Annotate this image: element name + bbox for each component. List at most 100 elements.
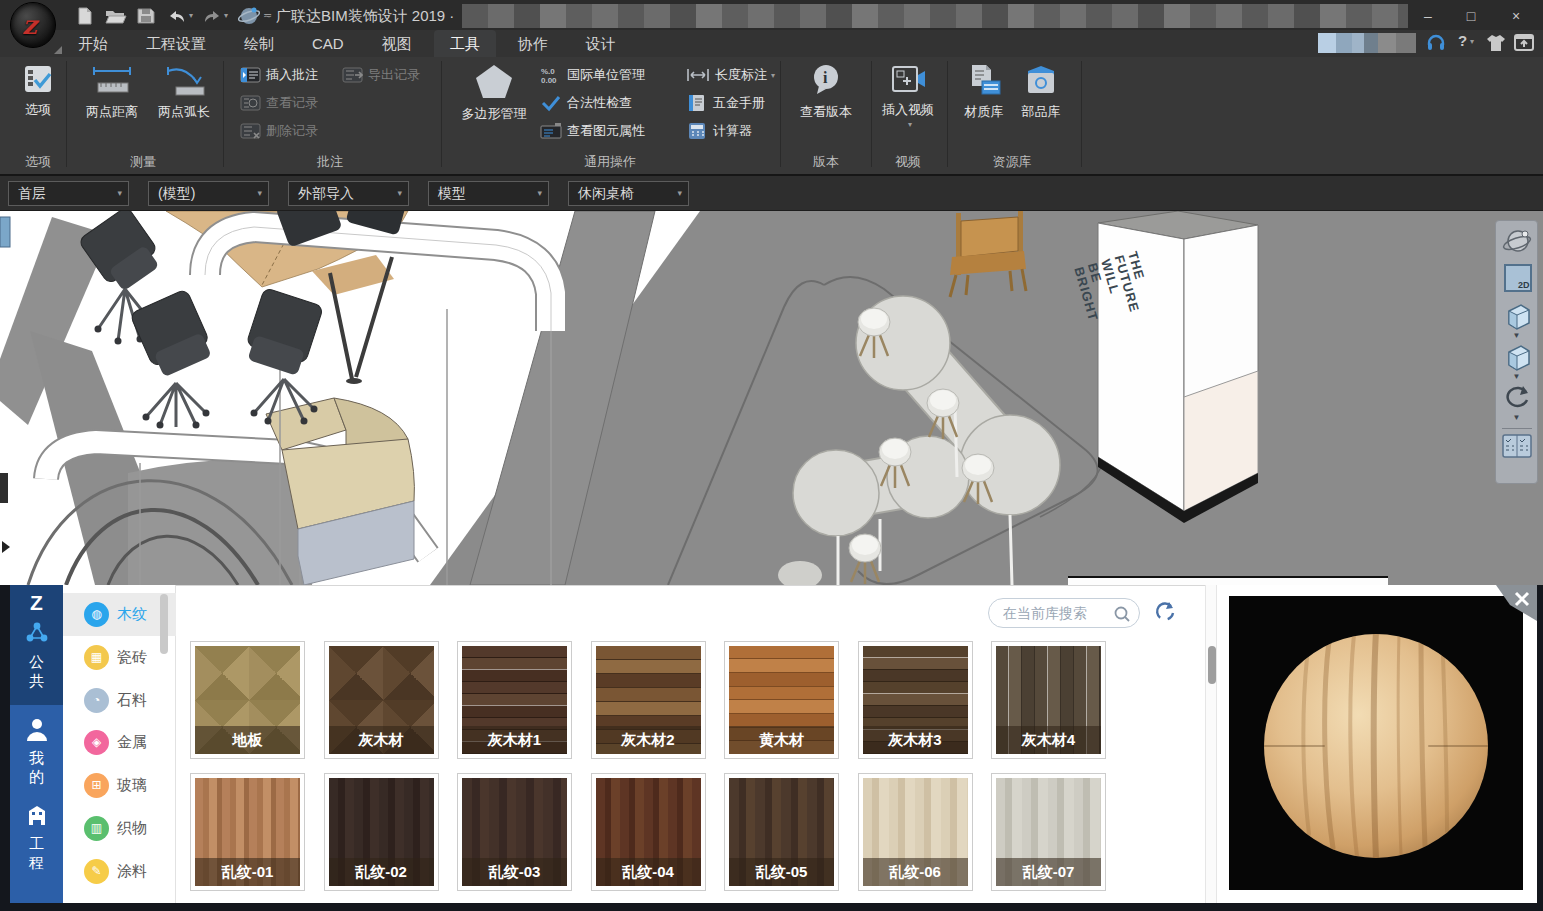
- two-point-arc-button[interactable]: 两点弧长: [152, 63, 216, 121]
- material-tile[interactable]: 灰木材2: [591, 641, 706, 759]
- theme-shirt-icon[interactable]: [1486, 33, 1506, 53]
- material-name: 乱纹-06: [863, 858, 968, 886]
- redo-icon[interactable]: [201, 7, 223, 25]
- material-tile[interactable]: 乱纹-05: [724, 773, 839, 891]
- legality-check-button[interactable]: 合法性检查: [540, 94, 632, 112]
- selector-dropdown-1[interactable]: (模型)▾: [148, 181, 269, 206]
- sidebar-section-public[interactable]: 公共: [10, 621, 63, 690]
- calculator-button[interactable]: 计算器: [686, 122, 752, 140]
- material-tile[interactable]: 地板: [190, 641, 305, 759]
- view-record-button[interactable]: 查看记录: [240, 94, 318, 112]
- title-bar: ▾ ▾ ≂ 广联达BIM装饰设计 2019 · – □ ×: [0, 0, 1543, 30]
- cube-dropdown-icon[interactable]: ▼: [1513, 332, 1521, 340]
- cube-view-icon[interactable]: [1501, 301, 1533, 331]
- category-label: 石料: [117, 691, 147, 710]
- international-unit-button[interactable]: %.00.00 国际单位管理: [540, 66, 645, 84]
- workspace-icon[interactable]: [1514, 33, 1534, 53]
- material-tile[interactable]: 乱纹-01: [190, 773, 305, 891]
- options-button[interactable]: 选项: [14, 63, 62, 119]
- category-2[interactable]: ◔ 石料: [63, 679, 176, 722]
- redo-dropdown-icon[interactable]: ▾: [224, 11, 228, 20]
- undo-dropdown-icon[interactable]: ▾: [189, 11, 193, 20]
- tab-0[interactable]: 开始: [62, 30, 124, 57]
- headset-icon[interactable]: [1426, 33, 1446, 53]
- material-tile[interactable]: 灰木材3: [858, 641, 973, 759]
- delete-record-button[interactable]: 删除记录: [240, 122, 318, 140]
- material-tile[interactable]: 乱纹-06: [858, 773, 973, 891]
- tab-3[interactable]: CAD: [296, 30, 360, 57]
- category-label: 金属: [117, 733, 147, 752]
- globe-icon[interactable]: [238, 5, 260, 27]
- material-tile[interactable]: 灰木材: [324, 641, 439, 759]
- viewport-canvas[interactable]: THE FUTURE WILL BE BRIGHT: [0, 211, 1543, 585]
- sidebar-section-project[interactable]: 工程: [10, 803, 63, 872]
- category-label: 涂料: [117, 862, 147, 881]
- material-tile[interactable]: 灰木材4: [991, 641, 1106, 759]
- selector-dropdown-0[interactable]: 首层▾: [8, 181, 129, 206]
- 2d-view-icon[interactable]: 2D: [1501, 263, 1533, 293]
- rotate-dropdown-icon[interactable]: ▼: [1513, 414, 1521, 422]
- tab-1[interactable]: 工程设置: [130, 30, 222, 57]
- rotate-view-icon[interactable]: [1501, 383, 1533, 413]
- orbit-icon[interactable]: [1501, 227, 1533, 257]
- material-name: 灰木材1: [462, 726, 567, 754]
- material-name: 乱纹-04: [596, 858, 701, 886]
- insert-annotation-button[interactable]: 插入批注: [240, 66, 318, 84]
- element-properties-button[interactable]: 查看图元属性: [540, 122, 645, 140]
- undo-icon[interactable]: [166, 7, 188, 25]
- category-scrollbar[interactable]: [160, 594, 168, 654]
- open-file-icon[interactable]: [104, 7, 128, 25]
- category-icon: ◔: [84, 688, 109, 713]
- help-button[interactable]: ?: [1458, 32, 1467, 49]
- search-input[interactable]: [1003, 603, 1103, 623]
- length-dimension-button[interactable]: 长度标注▾: [686, 66, 775, 84]
- cube2-view-icon[interactable]: [1501, 342, 1533, 372]
- material-tile[interactable]: 乱纹-03: [457, 773, 572, 891]
- selector-bar: 首层▾ (模型)▾ 外部导入▾ 模型▾ 休闲桌椅▾: [0, 176, 1543, 211]
- material-tile[interactable]: 灰木材1: [457, 641, 572, 759]
- category-4[interactable]: ⊞玻璃: [63, 764, 176, 807]
- view-version-button[interactable]: i 查看版本: [796, 63, 856, 121]
- insert-video-button[interactable]: 插入视频 ▾: [878, 63, 938, 129]
- material-library-button[interactable]: 材质库: [956, 63, 1012, 121]
- category-5[interactable]: ▥织物: [63, 807, 176, 850]
- category-icon: ◈: [84, 730, 109, 755]
- cube2-dropdown-icon[interactable]: ▼: [1513, 373, 1521, 381]
- tab-6[interactable]: 协作: [502, 30, 564, 57]
- category-3[interactable]: ◈ 金属: [63, 721, 176, 764]
- material-tile[interactable]: 黄木材: [724, 641, 839, 759]
- selector-dropdown-3[interactable]: 模型▾: [428, 181, 549, 206]
- selector-dropdown-4[interactable]: 休闲桌椅▾: [568, 181, 689, 206]
- component-library-button[interactable]: 部品库: [1013, 63, 1069, 121]
- minimize-button[interactable]: –: [1413, 5, 1443, 27]
- close-button[interactable]: ×: [1501, 5, 1531, 27]
- polygon-manage-button[interactable]: 多边形管理: [452, 63, 536, 123]
- material-tile[interactable]: 乱纹-02: [324, 773, 439, 891]
- new-file-icon[interactable]: [75, 7, 95, 25]
- category-6[interactable]: ✎涂料: [63, 850, 176, 893]
- tab-7[interactable]: 设计: [570, 30, 632, 57]
- help-dropdown-icon[interactable]: ▾: [1470, 37, 1474, 46]
- search-icon[interactable]: [1113, 605, 1131, 623]
- search-box: [988, 598, 1140, 628]
- two-point-distance-button[interactable]: 两点距离: [80, 63, 144, 121]
- panel-close-button[interactable]: [1490, 585, 1537, 625]
- save-icon[interactable]: [137, 7, 155, 25]
- display-settings-icon[interactable]: [1500, 431, 1534, 461]
- maximize-button[interactable]: □: [1456, 5, 1486, 27]
- tab-4[interactable]: 视图: [366, 30, 428, 57]
- hardware-manual-button[interactable]: 五金手册: [686, 94, 765, 112]
- sidebar-section-mine[interactable]: 我的: [10, 717, 63, 786]
- export-record-button[interactable]: 导出记录: [342, 66, 420, 84]
- building-icon: [25, 803, 49, 827]
- tab-5[interactable]: 工具: [434, 30, 496, 57]
- refresh-icon[interactable]: [1152, 600, 1178, 626]
- material-tile[interactable]: 乱纹-07: [991, 773, 1106, 891]
- material-tile[interactable]: 乱纹-04: [591, 773, 706, 891]
- group-label-general: 通用操作: [555, 153, 665, 171]
- materials-scrollbar[interactable]: [1205, 585, 1217, 903]
- tab-2[interactable]: 绘制: [228, 30, 290, 57]
- material-name: 灰木材3: [863, 726, 968, 754]
- app-logo[interactable]: z: [10, 2, 60, 54]
- selector-dropdown-2[interactable]: 外部导入▾: [288, 181, 409, 206]
